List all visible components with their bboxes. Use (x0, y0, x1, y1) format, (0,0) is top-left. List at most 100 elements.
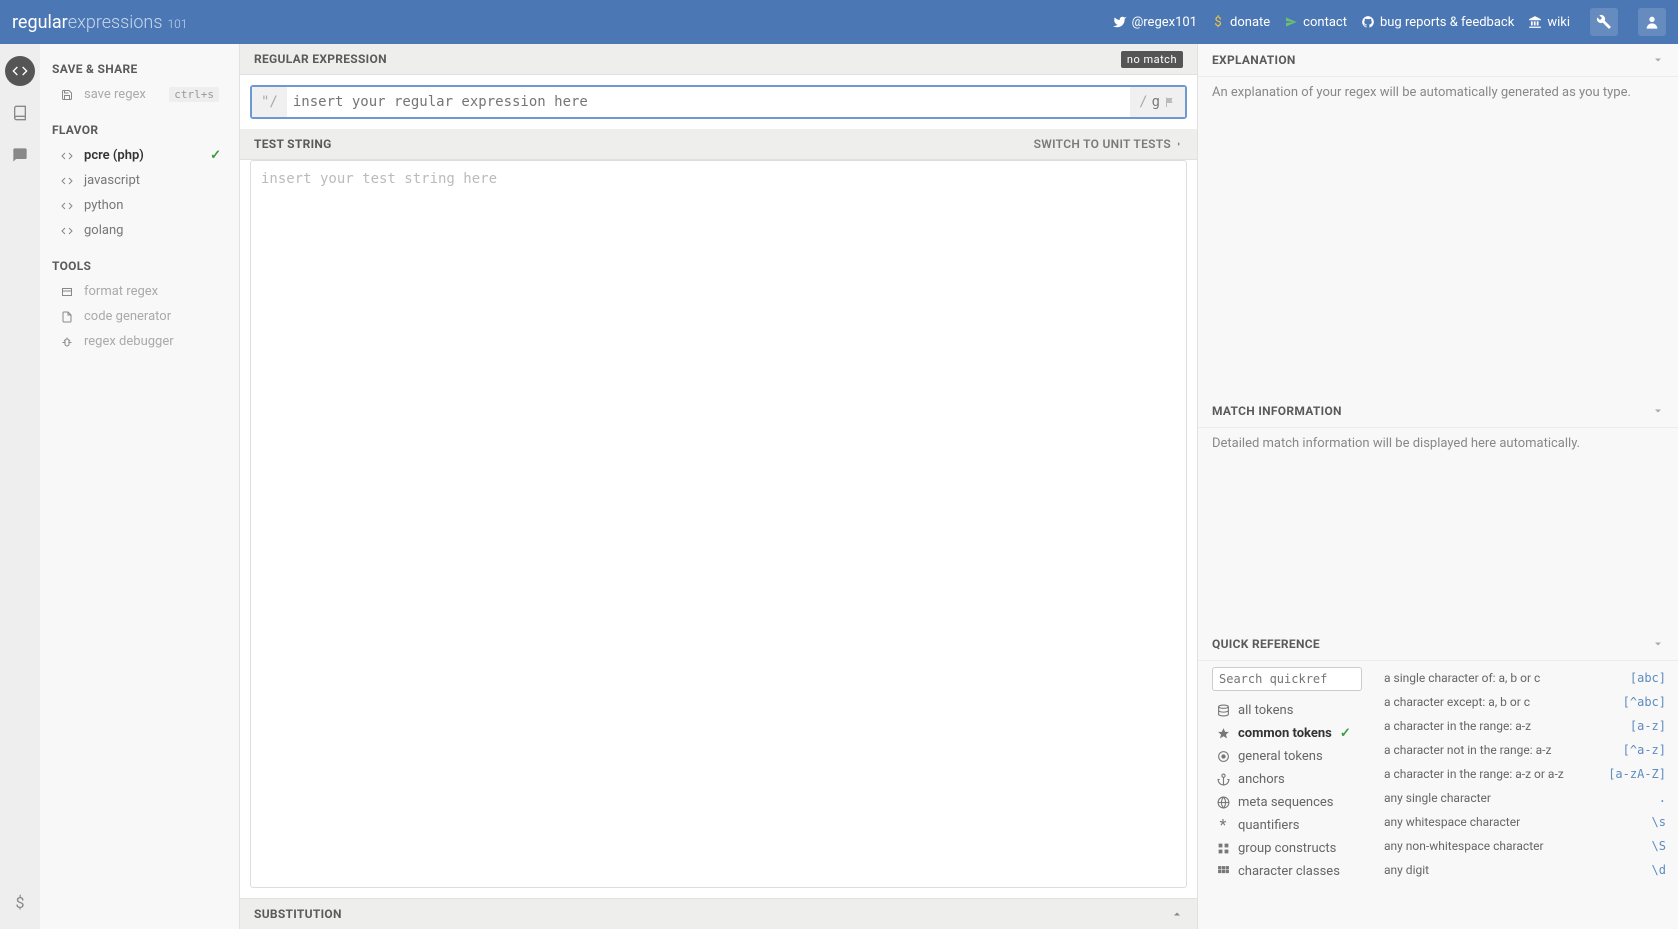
star-icon (1216, 726, 1230, 740)
code-icon (60, 149, 74, 163)
token-row[interactable]: a character in the range: a-z or a-z[a-z… (1378, 763, 1672, 785)
tool-code-generator[interactable]: code generator (40, 304, 231, 329)
qref-cat-general-tokens[interactable]: general tokens (1212, 745, 1372, 768)
quickref-tokens: a single character of: a, b or c[abc]a c… (1378, 667, 1678, 924)
settings-button[interactable] (1590, 8, 1618, 36)
flavor-golang[interactable]: golang (40, 218, 231, 243)
qref-cat-meta-sequences[interactable]: meta sequences (1212, 791, 1372, 814)
quickref-search[interactable] (1212, 667, 1362, 691)
bug-link[interactable]: bug reports & feedback (1361, 15, 1514, 30)
twitter-link[interactable]: @regex101 (1113, 15, 1197, 30)
qref-cat-label: general tokens (1238, 749, 1323, 764)
switch-unit-tests[interactable]: SWITCH TO UNIT TESTS (1034, 137, 1183, 151)
qref-cat-group-constructs[interactable]: group constructs (1212, 837, 1372, 860)
token-code: \s (1652, 815, 1666, 829)
qref-cat-label: character classes (1238, 864, 1340, 879)
rail-donate-icon[interactable]: $ (5, 887, 35, 917)
chevron-right-icon (1175, 140, 1183, 148)
qref-cat-label: group constructs (1238, 841, 1336, 856)
test-string-header: TEST STRING SWITCH TO UNIT TESTS (240, 129, 1197, 160)
bank-icon (1528, 15, 1542, 29)
token-code: [abc] (1630, 671, 1666, 685)
flavor-javascript[interactable]: javascript (40, 168, 231, 193)
token-row[interactable]: a character except: a, b or c[^abc] (1378, 691, 1672, 713)
tools-header: TOOLS (40, 253, 231, 279)
tool-label: format regex (84, 284, 158, 299)
wrench-icon (1596, 14, 1612, 30)
twitter-icon (1113, 15, 1127, 29)
flavor-pcrephp[interactable]: pcre (php) ✓ (40, 143, 231, 168)
user-icon (1644, 14, 1660, 30)
quickref-categories: all tokens common tokens✓ general tokens an… (1212, 667, 1372, 924)
flag-icon (1164, 96, 1176, 108)
token-row[interactable]: a character in the range: a-z[a-z] (1378, 715, 1672, 737)
tool-format-regex[interactable]: format regex (40, 279, 231, 304)
code-icon (60, 199, 74, 213)
save-regex-label: save regex (84, 87, 146, 102)
header-links: @regex101 $donate contact bug reports & … (1113, 8, 1666, 36)
qref-cat-label: quantifiers (1238, 818, 1299, 833)
grid-icon (1216, 841, 1230, 855)
token-code: . (1659, 791, 1666, 805)
rail-chat-icon[interactable] (5, 140, 35, 170)
user-button[interactable] (1638, 8, 1666, 36)
regex-flags[interactable]: / g (1130, 87, 1185, 117)
token-code: [^a-z] (1623, 743, 1666, 757)
save-shortcut: ctrl+s (169, 87, 219, 102)
tool-regex-debugger[interactable]: regex debugger (40, 329, 231, 354)
db-icon (1216, 703, 1230, 717)
qref-cat-character-classes[interactable]: character classes (1212, 860, 1372, 883)
quick-ref-header[interactable]: QUICK REFERENCE (1198, 628, 1678, 661)
qref-cat-label: anchors (1238, 772, 1285, 787)
token-row[interactable]: a single character of: a, b or c[abc] (1378, 667, 1672, 689)
regex-input[interactable] (287, 87, 1130, 117)
check-icon: ✓ (210, 148, 221, 163)
substitution-header[interactable]: SUBSTITUTION (240, 898, 1197, 929)
right-panel: EXPLANATION An explanation of your regex… (1198, 44, 1678, 929)
test-string-input[interactable] (250, 160, 1187, 888)
flavor-label: golang (84, 223, 123, 238)
token-desc: a single character of: a, b or c (1384, 671, 1630, 685)
regex-open-delim[interactable]: "/ (252, 87, 287, 117)
match-info-header[interactable]: MATCH INFORMATION (1198, 395, 1678, 428)
asterisk-icon: * (1216, 818, 1230, 832)
icon-rail: $ (0, 44, 40, 929)
donate-link[interactable]: $donate (1211, 15, 1270, 30)
logo[interactable]: regularexpressions101 (12, 12, 187, 33)
explanation-header[interactable]: EXPLANATION (1198, 44, 1678, 77)
qref-cat-common-tokens[interactable]: common tokens✓ (1212, 722, 1372, 745)
token-desc: any non-whitespace character (1384, 839, 1652, 853)
dollar-icon: $ (1211, 15, 1225, 29)
regex-input-row: "/ / g (250, 85, 1187, 119)
chevron-down-icon (1652, 405, 1664, 417)
token-row[interactable]: any single character. (1378, 787, 1672, 809)
flavor-label: pcre (php) (84, 148, 144, 163)
wiki-link[interactable]: wiki (1528, 15, 1570, 30)
token-row[interactable]: any whitespace character\s (1378, 811, 1672, 833)
match-info-body: Detailed match information will be displ… (1198, 428, 1678, 628)
tool-label: regex debugger (84, 334, 174, 349)
token-desc: any single character (1384, 791, 1659, 805)
qref-cat-all-tokens[interactable]: all tokens (1212, 699, 1372, 722)
main-area: REGULAR EXPRESSION no match "/ / g TEST … (240, 44, 1198, 929)
token-desc: a character in the range: a-z or a-z (1384, 767, 1608, 781)
tool-label: code generator (84, 309, 171, 324)
save-icon (60, 88, 74, 102)
rail-regex-icon[interactable] (5, 56, 35, 86)
save-regex-item[interactable]: save regex ctrl+s (40, 82, 231, 107)
token-desc: any digit (1384, 863, 1652, 877)
contact-link[interactable]: contact (1284, 15, 1347, 30)
flavor-python[interactable]: python (40, 193, 231, 218)
token-desc: a character except: a, b or c (1384, 695, 1623, 709)
rail-library-icon[interactable] (5, 98, 35, 128)
token-row[interactable]: a character not in the range: a-z[^a-z] (1378, 739, 1672, 761)
token-row[interactable]: any digit\d (1378, 859, 1672, 881)
token-desc: any whitespace character (1384, 815, 1652, 829)
token-row[interactable]: any non-whitespace character\S (1378, 835, 1672, 857)
qref-cat-label: common tokens (1238, 726, 1332, 741)
chevron-up-icon (1171, 908, 1183, 920)
qref-cat-label: all tokens (1238, 703, 1293, 718)
token-code: [^abc] (1623, 695, 1666, 709)
qref-cat-quantifiers[interactable]: * quantifiers (1212, 814, 1372, 837)
qref-cat-anchors[interactable]: anchors (1212, 768, 1372, 791)
